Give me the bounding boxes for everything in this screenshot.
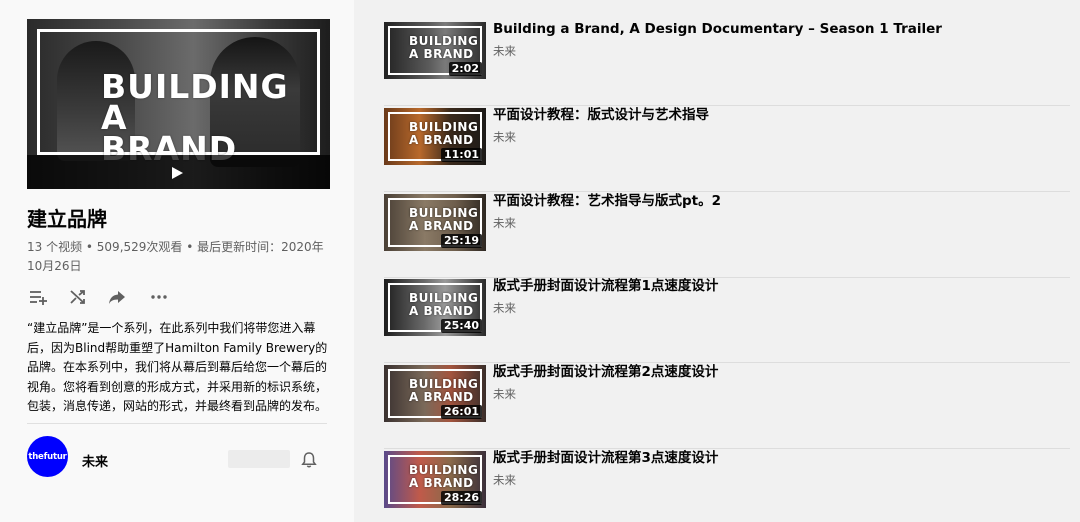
video-channel[interactable]: 未来 <box>493 43 516 59</box>
video-title[interactable]: 平面设计教程：艺术指导与版式pt。2 <box>493 192 1063 210</box>
thumbnail-text: BUILDING A BRAND <box>409 463 479 490</box>
more-icon[interactable] <box>148 286 170 308</box>
playlist-thumbnail[interactable]: BUILDING A BRAND <box>27 19 330 189</box>
thumbnail-text: BUILDING A BRAND <box>409 120 479 147</box>
video-item[interactable]: BUILDING A BRAND 2:02 Building a Brand, A… <box>384 20 1070 106</box>
channel-name[interactable]: 未来 <box>82 451 108 470</box>
video-item[interactable]: BUILDING A BRAND 25:19 平面设计教程：艺术指导与版式pt。2… <box>384 192 1070 278</box>
video-channel[interactable]: 未来 <box>493 386 516 402</box>
duration-badge: 28:26 <box>440 491 482 505</box>
playlist-stats: 13 个视频 • 509,529次观看 • 最后更新时间：2020年10月26日 <box>27 240 324 273</box>
video-item[interactable]: BUILDING A BRAND 11:01 平面设计教程：版式设计与艺术指导 未… <box>384 106 1070 192</box>
video-thumbnail[interactable]: BUILDING A BRAND 2:02 <box>384 22 486 79</box>
thumbnail-text: BUILDING A BRAND <box>409 377 479 404</box>
video-thumbnail[interactable]: BUILDING A BRAND 11:01 <box>384 108 486 165</box>
video-thumbnail[interactable]: BUILDING A BRAND 28:26 <box>384 451 486 508</box>
playlist-sidebar: BUILDING A BRAND 建立品牌 13 个视频 • 509,529次观… <box>0 0 354 522</box>
video-channel[interactable]: 未来 <box>493 129 516 145</box>
play-all-bar[interactable] <box>27 155 330 189</box>
video-thumbnail[interactable]: BUILDING A BRAND 25:40 <box>384 279 486 336</box>
playlist-title: 建立品牌 <box>27 207 107 231</box>
video-title[interactable]: 版式手册封面设计流程第3点速度设计 <box>493 449 1063 467</box>
channel-avatar[interactable]: thefutur <box>27 436 68 477</box>
video-item[interactable]: BUILDING A BRAND 26:01 版式手册封面设计流程第2点速度设计 … <box>384 363 1070 449</box>
video-item[interactable]: BUILDING A BRAND 28:26 版式手册封面设计流程第3点速度设计 … <box>384 449 1070 522</box>
video-channel[interactable]: 未来 <box>493 300 516 316</box>
thumbnail-text: BUILDING A BRAND <box>409 291 479 318</box>
video-channel[interactable]: 未来 <box>493 472 516 488</box>
duration-badge: 25:40 <box>440 319 482 333</box>
playlist-description: “建立品牌”是一个系列，在此系列中我们将带您进入幕后，因为Blind帮助重塑了H… <box>27 321 328 413</box>
hero-title: BUILDING A BRAND <box>101 70 288 165</box>
play-icon[interactable] <box>172 167 183 179</box>
share-icon[interactable] <box>106 286 128 308</box>
divider <box>27 423 327 424</box>
bell-icon[interactable] <box>298 449 320 471</box>
video-title[interactable]: 版式手册封面设计流程第2点速度设计 <box>493 363 1063 381</box>
video-title[interactable]: 平面设计教程：版式设计与艺术指导 <box>493 106 1063 124</box>
video-title[interactable]: 版式手册封面设计流程第1点速度设计 <box>493 277 1063 295</box>
thumbnail-text: BUILDING A BRAND <box>409 206 479 233</box>
duration-badge: 2:02 <box>448 62 482 76</box>
video-item[interactable]: BUILDING A BRAND 25:40 版式手册封面设计流程第1点速度设计 … <box>384 277 1070 363</box>
subscribe-button[interactable] <box>228 450 290 468</box>
add-to-queue-icon[interactable] <box>27 286 49 308</box>
video-thumbnail[interactable]: BUILDING A BRAND 25:19 <box>384 194 486 251</box>
video-channel[interactable]: 未来 <box>493 215 516 231</box>
thumbnail-text: BUILDING A BRAND <box>409 34 479 61</box>
duration-badge: 26:01 <box>440 405 482 419</box>
video-title[interactable]: Building a Brand, A Design Documentary –… <box>493 20 1063 38</box>
duration-badge: 25:19 <box>440 234 482 248</box>
duration-badge: 11:01 <box>440 148 482 162</box>
shuffle-icon[interactable] <box>67 286 89 308</box>
video-thumbnail[interactable]: BUILDING A BRAND 26:01 <box>384 365 486 422</box>
